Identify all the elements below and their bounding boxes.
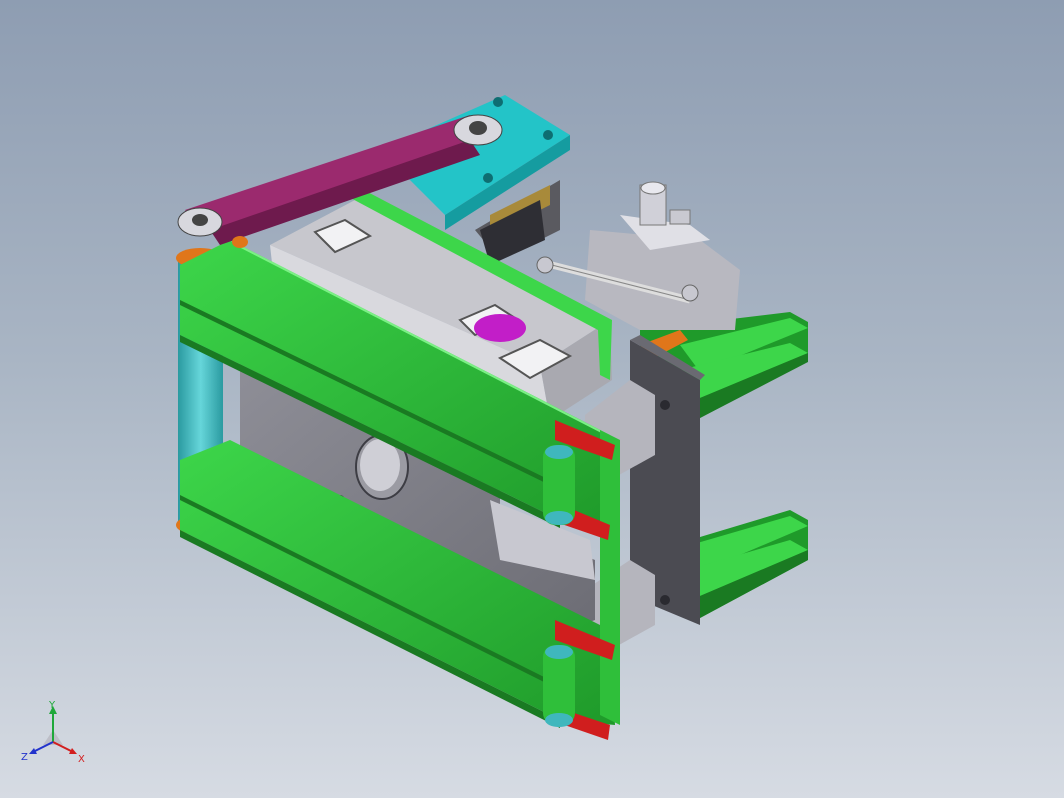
frame-edge-plate [600,430,620,725]
y-axis-label: Y [48,700,56,711]
bushing [474,314,526,342]
x-axis-label: X [78,754,85,765]
x-axis-arrow [52,741,74,753]
cad-model-scene[interactable] [0,0,1064,798]
z-axis-label: Z [21,752,28,763]
orientation-triad[interactable]: Y X Z [18,700,88,770]
cad-viewport[interactable]: Y X Z [0,0,1064,798]
z-axis-arrow [32,741,54,753]
